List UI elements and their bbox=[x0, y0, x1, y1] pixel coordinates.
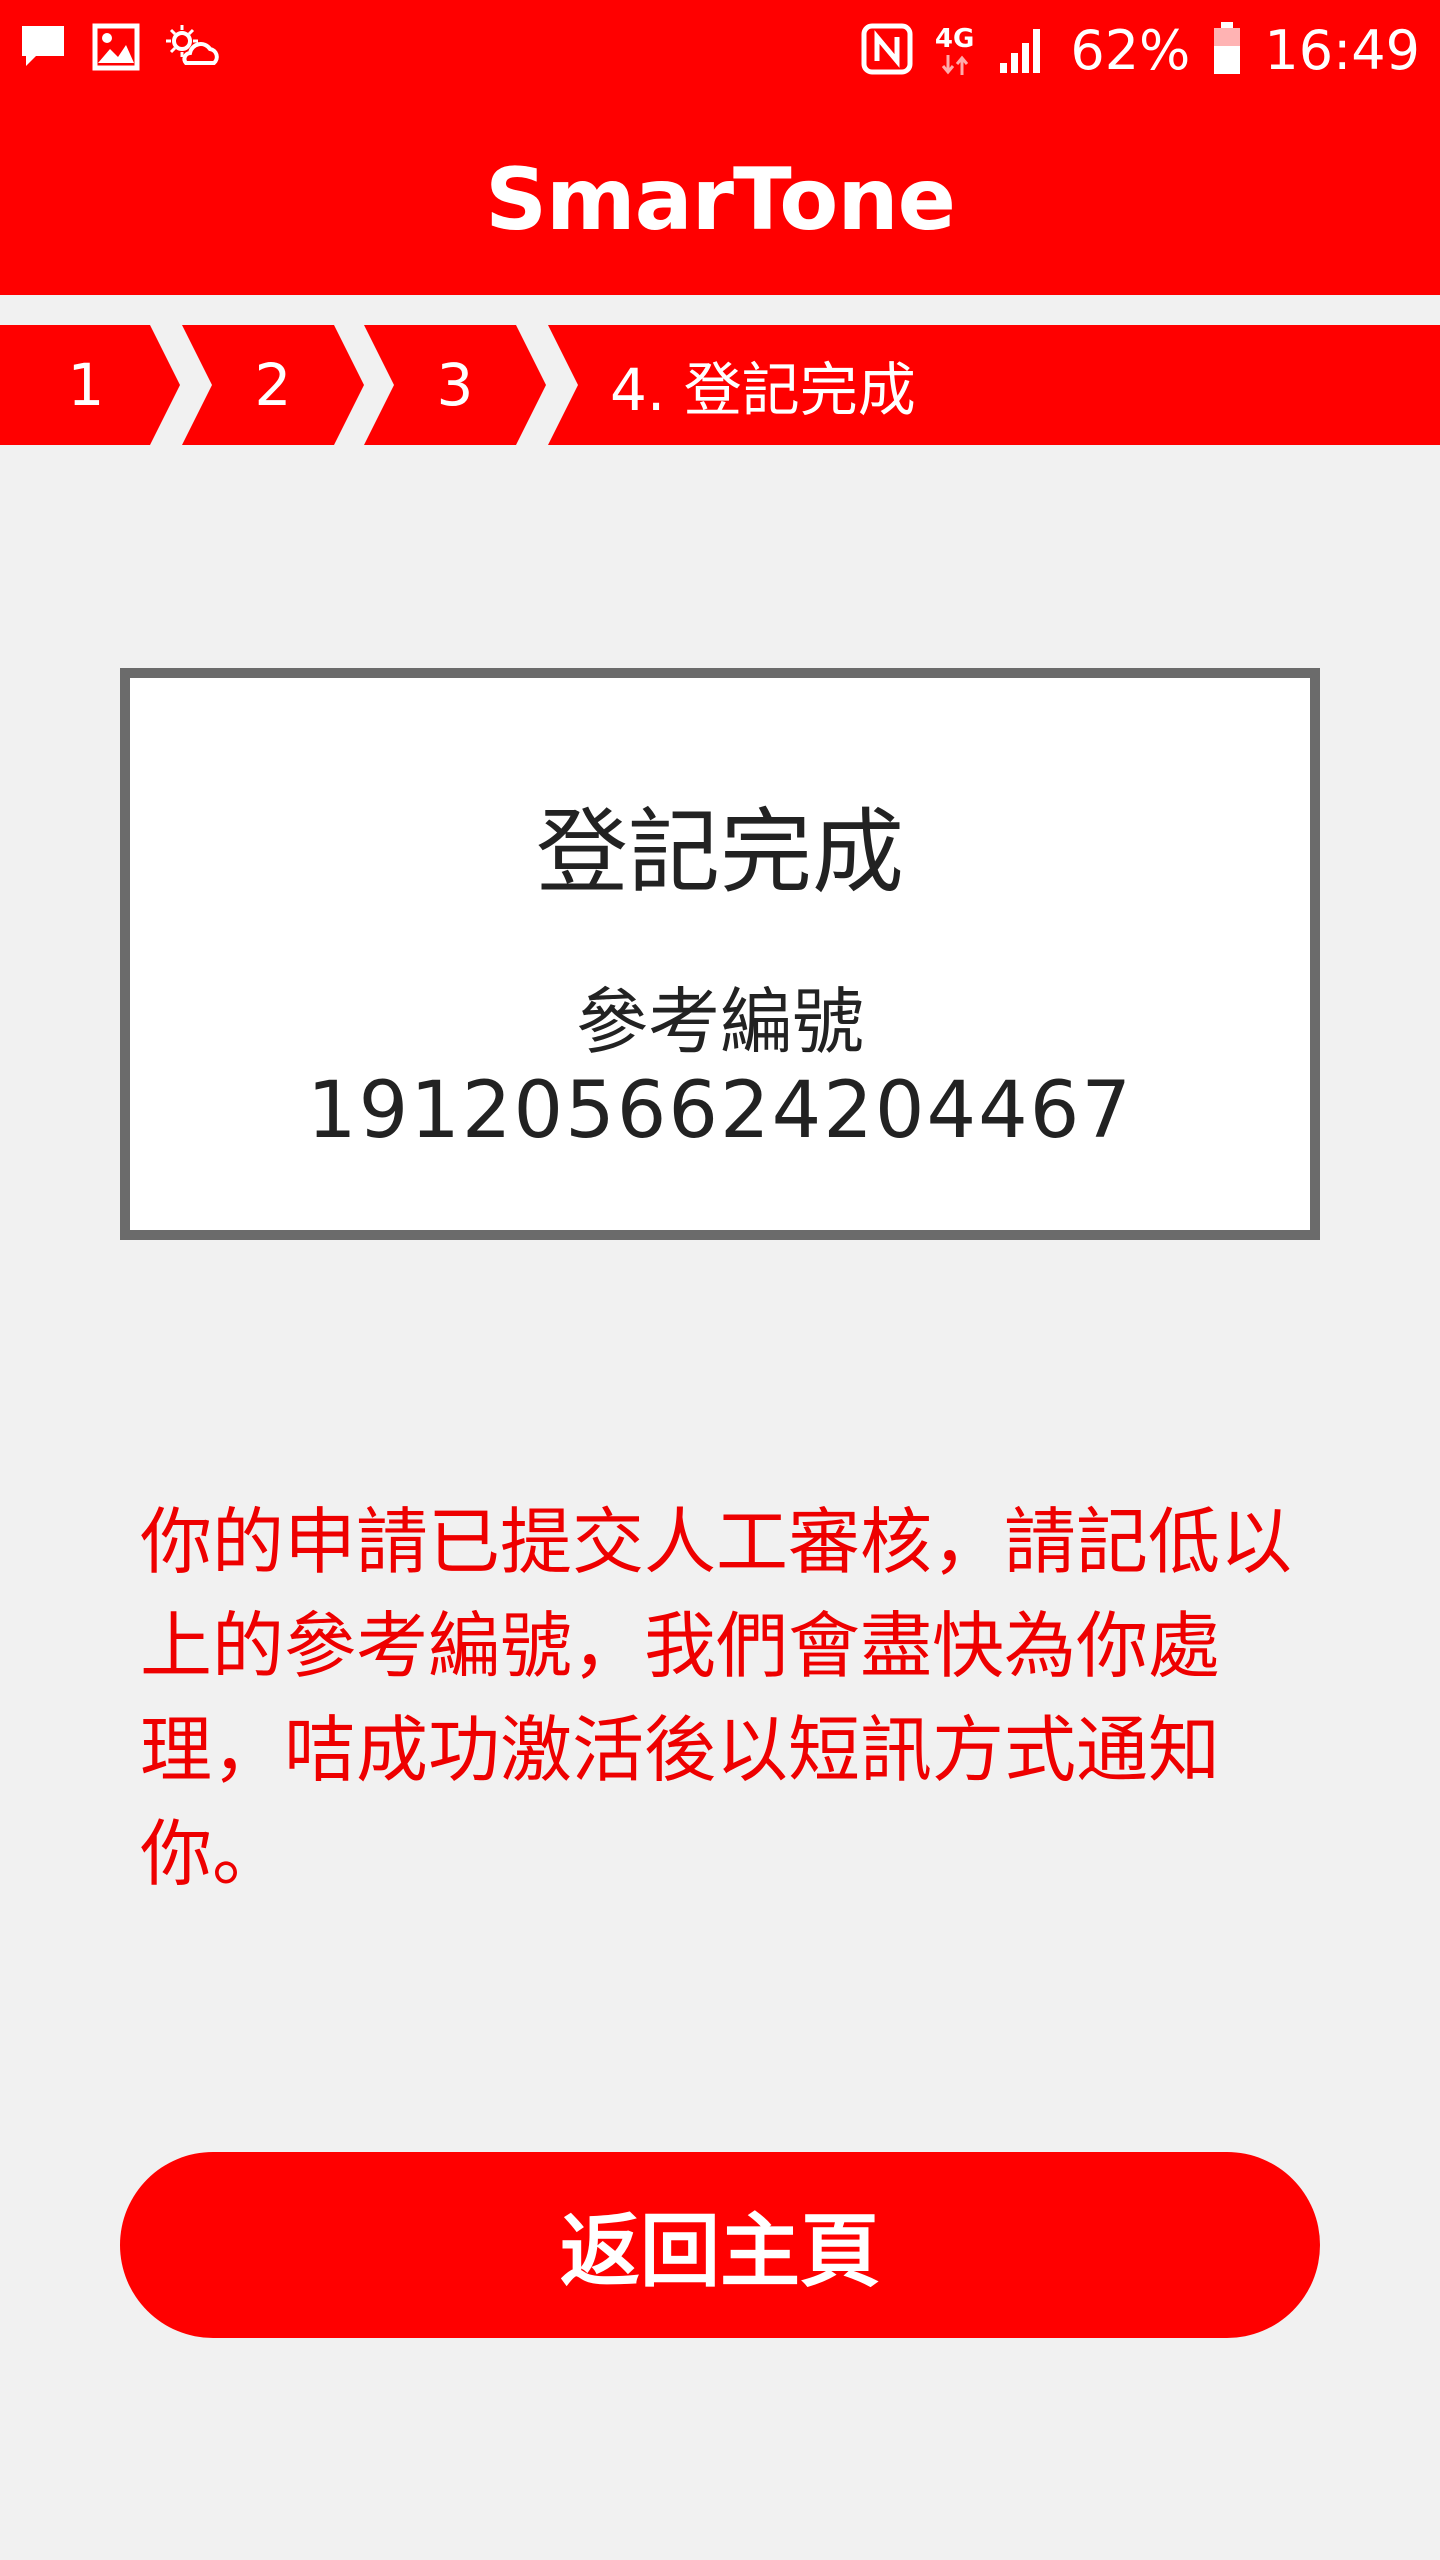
message-icon bbox=[18, 22, 68, 76]
status-right-icons: 4G 62% 16:49 bbox=[861, 16, 1420, 86]
progress-stepper: 1 2 3 4. 登記完成 bbox=[0, 325, 1440, 445]
weather-icon bbox=[164, 23, 222, 75]
battery-icon bbox=[1212, 22, 1242, 80]
app-header: SmarTone bbox=[0, 105, 1440, 295]
home-button-label: 返回主頁 bbox=[560, 2205, 880, 2298]
step-4-current: 4. 登記完成 bbox=[548, 325, 1440, 445]
step-2: 2 bbox=[182, 325, 364, 445]
step-label: 2 bbox=[254, 351, 292, 419]
network-label: 4G bbox=[934, 24, 975, 54]
status-time: 16:49 bbox=[1264, 19, 1420, 82]
review-notice-message: 你的申請已提交人工審核，請記低以上的參考編號，我們會盡快為你處理，咭成功激活後以… bbox=[140, 1500, 1293, 1896]
app-root: 4G 62% 16:49 SmarTone 1 2 3 4. 登記完成 登記完成… bbox=[0, 0, 1440, 2560]
step-1: 1 bbox=[0, 325, 180, 445]
image-icon bbox=[92, 23, 140, 75]
nfc-icon bbox=[861, 23, 913, 79]
registration-complete-card: 登記完成 參考編號 1912056624204467 bbox=[120, 668, 1320, 1240]
back-to-home-button[interactable]: 返回主頁 bbox=[120, 2152, 1320, 2338]
step-label: 3 bbox=[436, 351, 474, 419]
reference-label: 參考編號 bbox=[575, 980, 864, 1064]
step-label: 1 bbox=[67, 351, 105, 419]
step-3: 3 bbox=[364, 325, 546, 445]
card-title: 登記完成 bbox=[535, 799, 904, 906]
status-bar: 4G 62% 16:49 bbox=[0, 0, 1440, 105]
smartone-logo: SmarTone bbox=[485, 150, 956, 250]
network-4g-icon: 4G bbox=[935, 25, 974, 77]
reference-number: 1912056624204467 bbox=[306, 1066, 1133, 1156]
step-label: 4. 登記完成 bbox=[610, 356, 916, 424]
signal-icon bbox=[996, 23, 1048, 79]
battery-percent: 62% bbox=[1070, 19, 1191, 82]
status-left-icons bbox=[18, 22, 222, 76]
